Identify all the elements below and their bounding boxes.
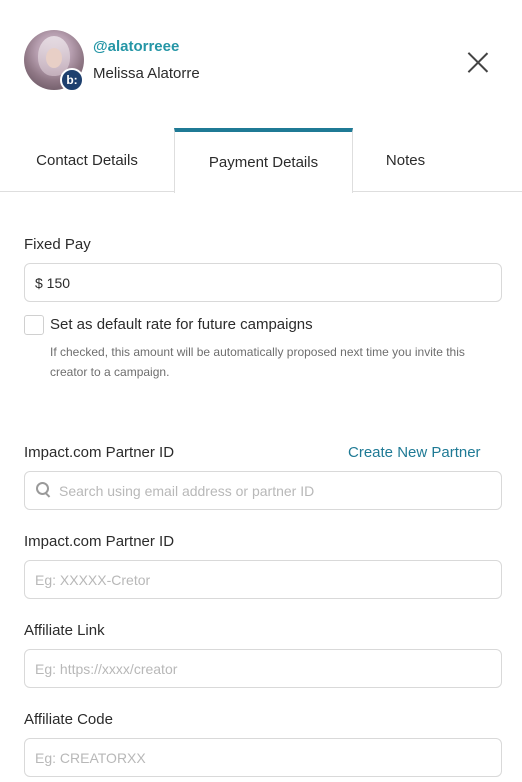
creator-handle[interactable]: @alatorreee [93, 38, 179, 55]
tab-notes[interactable]: Notes [353, 128, 458, 192]
affiliate-code-input[interactable] [24, 738, 502, 777]
creator-name: Melissa Alatorre [93, 65, 200, 82]
tab-payment-details[interactable]: Payment Details [174, 128, 353, 193]
partner-id-label: Impact.com Partner ID [24, 533, 175, 550]
fixed-pay-label: Fixed Pay [24, 236, 91, 253]
default-rate-checkbox[interactable] [24, 315, 44, 335]
avatar-container: b: [24, 30, 84, 92]
affiliate-code-label: Affiliate Code [24, 711, 113, 728]
tab-contact-details[interactable]: Contact Details [0, 128, 174, 192]
creator-header: b: @alatorreee Melissa Alatorre [0, 0, 522, 128]
partner-id-input[interactable] [24, 560, 502, 599]
partner-search-input[interactable] [24, 471, 502, 510]
affiliate-link-input[interactable] [24, 649, 502, 688]
close-icon[interactable] [464, 48, 492, 76]
affiliate-link-label: Affiliate Link [24, 622, 105, 639]
fixed-pay-input[interactable] [24, 263, 502, 302]
platform-badge-icon: b: [60, 68, 84, 92]
default-rate-help-text: If checked, this amount will be automati… [50, 345, 465, 379]
tab-bar: Contact Details Payment Details Notes [0, 128, 522, 193]
partner-search-label: Impact.com Partner ID [24, 444, 175, 461]
default-rate-label[interactable]: Set as default rate for future campaigns [50, 316, 313, 333]
create-new-partner-link[interactable]: Create New Partner [348, 444, 481, 461]
search-icon [36, 482, 50, 496]
